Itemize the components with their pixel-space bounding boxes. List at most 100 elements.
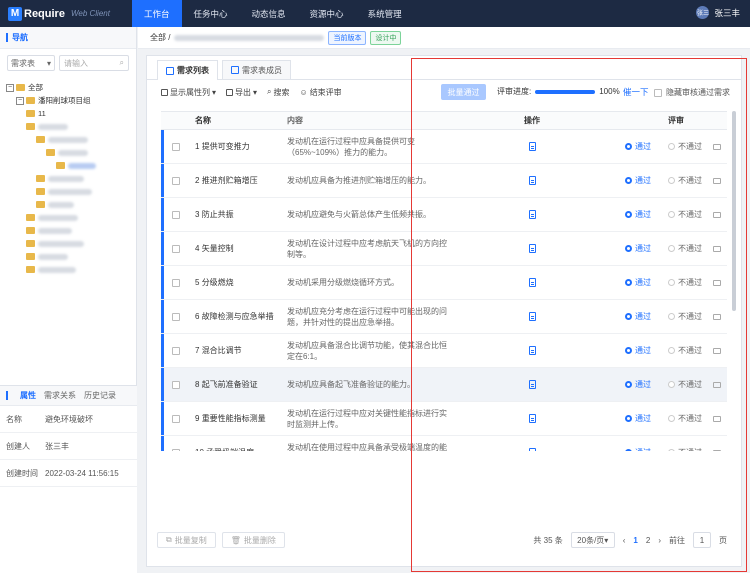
collapse-icon[interactable]: − (16, 96, 24, 105)
table-row[interactable]: 3 防止共振 发动机应避免与火箭总体产生低频共振。 通过 不通过 (161, 198, 727, 232)
pass-label[interactable]: 通过 (635, 243, 651, 254)
row-checkbox[interactable] (172, 414, 180, 423)
comment-icon[interactable] (713, 415, 721, 422)
comment-icon[interactable] (713, 143, 721, 150)
pass-label[interactable]: 通过 (635, 141, 651, 152)
pass-radio[interactable] (625, 279, 632, 286)
tree-node[interactable] (6, 172, 130, 185)
comment-icon[interactable] (713, 279, 721, 286)
edit-doc-icon[interactable] (528, 414, 536, 423)
edit-doc-icon[interactable] (528, 244, 536, 253)
pass-label[interactable]: 通过 (635, 413, 651, 424)
table-row[interactable]: 9 重要性能指标测量 发动机在运行过程中应对关键性能指标进行实时监测并上传。 通过 不… (161, 402, 727, 436)
edit-doc-icon[interactable] (528, 346, 536, 355)
scrollbar[interactable] (732, 111, 736, 311)
pass-radio[interactable] (625, 245, 632, 252)
table-row[interactable]: 7 混合比调节 发动机应具备混合比调节功能，使其混合比恒定在6:1。 通过 不通过 (161, 334, 727, 368)
table-row[interactable]: 6 故障检测与应急举措 发动机应充分考虑在运行过程中可能出现的问题，并针对性的提出… (161, 300, 727, 334)
tree-node[interactable]: 11 (6, 107, 130, 120)
fail-label[interactable]: 不通过 (678, 413, 702, 424)
row-checkbox[interactable] (172, 278, 180, 287)
tree-node[interactable] (6, 185, 130, 198)
search-input[interactable]: 请输入 ⌕ (59, 55, 129, 71)
pass-radio[interactable] (625, 177, 632, 184)
pass-radio[interactable] (625, 415, 632, 422)
edit-doc-icon[interactable] (528, 380, 536, 389)
page-1[interactable]: 1 (633, 536, 637, 545)
pass-radio[interactable] (625, 313, 632, 320)
edit-doc-icon[interactable] (528, 448, 536, 451)
collapse-icon[interactable]: − (6, 83, 14, 92)
fail-radio[interactable] (668, 279, 675, 286)
edit-doc-icon[interactable] (528, 312, 536, 321)
urge-link[interactable]: 催一下 (623, 86, 649, 98)
pass-label[interactable]: 通过 (635, 277, 651, 288)
col-content[interactable]: 内容 (283, 115, 447, 126)
prev-page-icon[interactable]: ‹ (623, 536, 626, 545)
tree-node[interactable] (6, 237, 130, 250)
tree-node[interactable] (6, 224, 130, 237)
nav-system[interactable]: 系统管理 (356, 0, 414, 27)
row-checkbox[interactable] (172, 312, 180, 321)
fail-radio[interactable] (668, 211, 675, 218)
comment-icon[interactable] (713, 381, 721, 388)
filter-select[interactable]: 需求表 ▾ (7, 55, 55, 71)
pass-radio[interactable] (625, 143, 632, 150)
fail-radio[interactable] (668, 313, 675, 320)
pass-label[interactable]: 通过 (635, 311, 651, 322)
tree-node[interactable] (6, 159, 130, 172)
table-row[interactable]: 8 起飞前准备验证 发动机应具备起飞准备验证的能力。 通过 不通过 (161, 368, 727, 402)
tree-node[interactable] (6, 146, 130, 159)
pass-radio[interactable] (625, 449, 632, 451)
fail-radio[interactable] (668, 415, 675, 422)
fail-label[interactable]: 不通过 (678, 209, 702, 220)
batch-delete-button[interactable]: 🗑 批量删除 (221, 532, 285, 548)
table-row[interactable]: 10 承受极端温度发动机在使用过程中应具备承受极端温度的能力。通过 不通过 (161, 436, 727, 451)
tab-relations[interactable]: 需求关系 (44, 390, 76, 401)
page-2[interactable]: 2 (646, 536, 650, 545)
comment-icon[interactable] (713, 449, 721, 451)
fail-label[interactable]: 不通过 (678, 175, 702, 186)
table-row[interactable]: 5 分级燃烧 发动机采用分级燃烧循环方式。 通过 不通过 (161, 266, 727, 300)
edit-doc-icon[interactable] (528, 142, 536, 151)
pass-label[interactable]: 通过 (635, 209, 651, 220)
table-row[interactable]: 2 推进剂贮箱增压 发动机应具备为推进剂贮箱增压的能力。 通过 不通过 (161, 164, 727, 198)
next-page-icon[interactable]: › (658, 536, 661, 545)
row-checkbox[interactable] (172, 244, 180, 253)
comment-icon[interactable] (713, 313, 721, 320)
pass-label[interactable]: 通过 (635, 379, 651, 390)
pass-radio[interactable] (625, 211, 632, 218)
app-logo[interactable]: M Require Web Client (0, 6, 132, 21)
tree-node[interactable] (6, 211, 130, 224)
fail-label[interactable]: 不通过 (678, 379, 702, 390)
nav-news[interactable]: 动态信息 (240, 0, 298, 27)
fail-radio[interactable] (668, 177, 675, 184)
pass-radio[interactable] (625, 381, 632, 388)
edit-doc-icon[interactable] (528, 210, 536, 219)
col-name[interactable]: 名称 (191, 115, 283, 126)
fail-label[interactable]: 不通过 (678, 345, 702, 356)
fail-label[interactable]: 不通过 (678, 277, 702, 288)
tree-node[interactable] (6, 250, 130, 263)
tab-history[interactable]: 历史记录 (84, 390, 116, 401)
row-checkbox[interactable] (172, 380, 180, 389)
fail-label[interactable]: 不通过 (678, 311, 702, 322)
fail-radio[interactable] (668, 245, 675, 252)
tree-node[interactable] (6, 120, 130, 133)
tree-node[interactable] (6, 263, 130, 276)
nav-workbench[interactable]: 工作台 (132, 0, 182, 27)
row-checkbox[interactable] (172, 142, 180, 151)
comment-icon[interactable] (713, 347, 721, 354)
fail-label[interactable]: 不通过 (678, 243, 702, 254)
nav-task-center[interactable]: 任务中心 (182, 0, 240, 27)
tab-requirement-list[interactable]: 需求列表 (157, 60, 218, 80)
table-row[interactable]: 4 矢量控制 发动机在设计过程中应考虑航天飞机的方向控制等。 通过 不通过 (161, 232, 727, 266)
edit-doc-icon[interactable] (528, 176, 536, 185)
fail-radio[interactable] (668, 449, 675, 451)
fail-label[interactable]: 不通过 (678, 141, 702, 152)
fail-radio[interactable] (668, 347, 675, 354)
comment-icon[interactable] (713, 177, 721, 184)
export-button[interactable]: 导出 ▾ (226, 87, 257, 98)
tree-node[interactable]: − 潘阳削球项目组 (6, 94, 130, 107)
fail-radio[interactable] (668, 381, 675, 388)
